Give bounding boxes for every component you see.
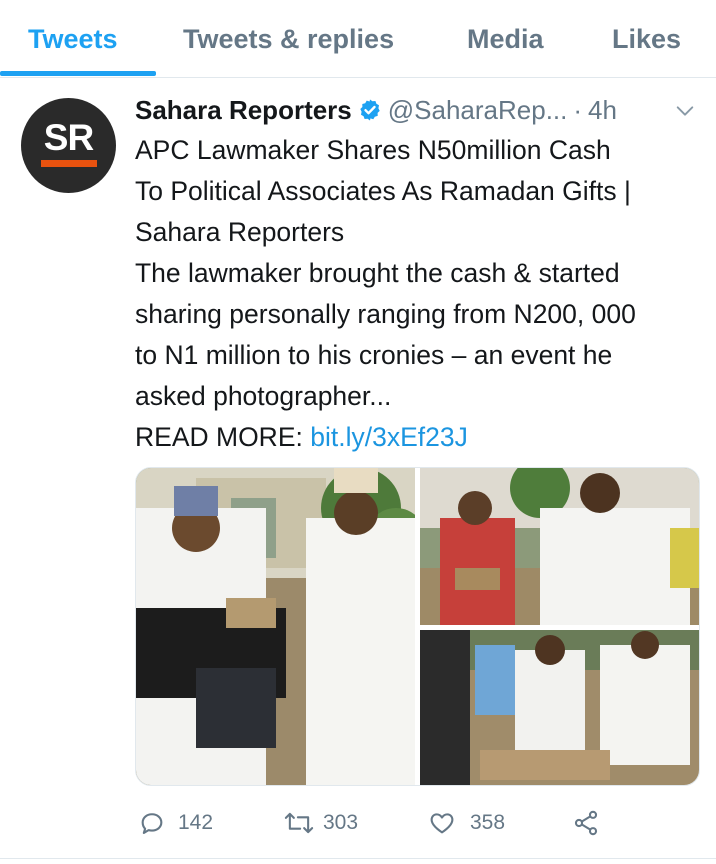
avatar-logo-bar — [40, 159, 97, 167]
active-tab-indicator — [0, 71, 156, 76]
tweet-text-line: sharing personally ranging from N200, 00… — [135, 299, 636, 329]
retweet-icon — [284, 812, 314, 834]
tweet-link[interactable]: bit.ly/3xEf23J — [310, 422, 468, 452]
share-icon — [574, 810, 598, 836]
reply-icon — [141, 813, 163, 834]
tweet-photo[interactable] — [136, 468, 415, 785]
share-action[interactable] — [572, 803, 600, 843]
divider — [0, 858, 716, 859]
like-count: 358 — [470, 811, 506, 834]
tab-likes[interactable]: Likes — [612, 0, 681, 78]
tweet-text: APC Lawmaker Shares N50million Cash To P… — [135, 130, 705, 458]
author-handle[interactable]: @SaharaRep... — [388, 95, 568, 126]
reply-action[interactable]: 142 — [138, 803, 213, 843]
tweet-text-line: APC Lawmaker Shares N50million Cash — [135, 135, 611, 165]
profile-tabs: Tweets Tweets & replies Media Likes — [0, 0, 716, 78]
like-icon — [430, 813, 454, 834]
avatar-logo-text: SR — [43, 116, 94, 158]
tweet-photo[interactable] — [420, 468, 699, 625]
reply-count: 142 — [178, 811, 214, 834]
read-more-label: READ MORE: — [135, 422, 303, 452]
tweet-time[interactable]: 4h — [588, 95, 617, 126]
tweet-media-grid — [135, 467, 700, 786]
chevron-down-icon[interactable] — [674, 100, 696, 122]
like-action[interactable]: 358 — [428, 803, 505, 843]
tweet-header: Sahara Reporters @SaharaRep... · 4h — [135, 92, 617, 128]
avatar[interactable]: SR — [21, 98, 116, 193]
tweet-text-line: To Political Associates As Ramadan Gifts… — [135, 176, 631, 206]
tweet-text-line: Sahara Reporters — [135, 217, 345, 247]
tab-media[interactable]: Media — [467, 0, 544, 78]
tweet-photo[interactable] — [420, 630, 699, 785]
tweet-text-line: asked photographer... — [135, 381, 392, 411]
tweet-text-line: to N1 million to his cronies – an event … — [135, 340, 613, 370]
read-more-line: READ MORE: bit.ly/3xEf23J — [135, 417, 705, 458]
retweet-count: 303 — [323, 811, 359, 834]
tab-tweets[interactable]: Tweets — [28, 0, 118, 78]
retweet-action[interactable]: 303 — [283, 803, 358, 843]
time-separator: · — [573, 94, 583, 125]
tab-tweets-and-replies[interactable]: Tweets & replies — [183, 0, 394, 78]
tweet-text-line: The lawmaker brought the cash & started — [135, 258, 620, 288]
verified-badge-icon — [360, 99, 380, 121]
author-name[interactable]: Sahara Reporters — [135, 95, 352, 126]
